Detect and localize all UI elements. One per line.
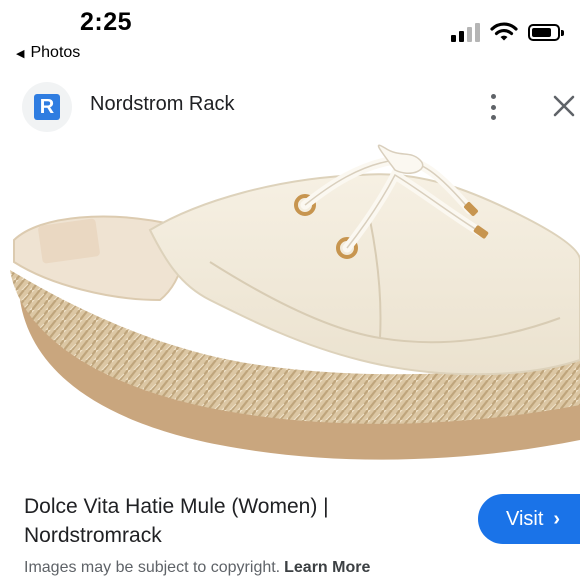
back-arrow-icon: ◀ <box>16 47 25 60</box>
visit-button[interactable]: Visit › <box>478 494 580 544</box>
back-link-label: Photos <box>30 44 81 61</box>
status-icons <box>451 22 564 42</box>
source-header: R Nordstrom Rack <box>0 78 580 134</box>
battery-icon <box>528 23 564 41</box>
more-options-button[interactable] <box>483 92 503 122</box>
close-icon[interactable] <box>552 94 576 118</box>
nordstrom-rack-logo-icon: R <box>34 94 60 120</box>
logo-letter: R <box>39 96 55 118</box>
site-logo[interactable]: R <box>22 82 72 132</box>
product-image[interactable] <box>0 140 580 474</box>
status-bar: 2:25 ◀ Photos <box>0 0 580 70</box>
more-vert-icon <box>490 94 496 99</box>
copyright-text: Images may be subject to copyright. <box>24 559 281 576</box>
product-title[interactable]: Dolce Vita Hatie Mule (Women) | Nordstro… <box>24 492 464 550</box>
learn-more-link[interactable]: Learn More <box>284 559 370 576</box>
wifi-icon <box>490 22 518 41</box>
site-name[interactable]: Nordstrom Rack <box>90 93 234 116</box>
copyright-notice: Images may be subject to copyright. Learn… <box>24 559 370 577</box>
shoe-illustration <box>10 144 580 460</box>
chevron-right-icon: › <box>553 507 561 530</box>
back-to-photos-link[interactable]: ◀ Photos <box>16 44 80 62</box>
cellular-signal-icon <box>451 22 480 42</box>
visit-button-label: Visit <box>506 507 544 530</box>
status-time: 2:25 <box>80 8 133 36</box>
